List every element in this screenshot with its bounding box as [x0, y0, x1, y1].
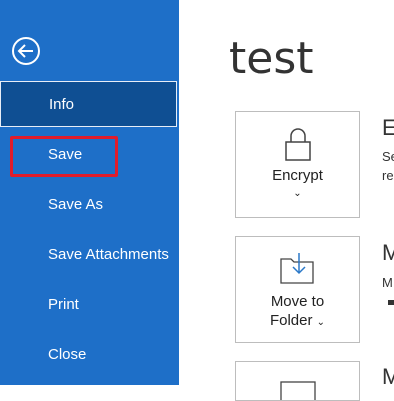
- nav-item-label: Save Attachments: [48, 246, 169, 263]
- envelope-icon: [280, 381, 316, 400]
- nav-item-label: Save: [48, 146, 83, 163]
- page-title: test: [229, 33, 314, 84]
- encrypt-button[interactable]: Encrypt ⌄: [235, 111, 360, 218]
- nav-item-save-attachments[interactable]: Save Attachments: [0, 232, 179, 278]
- move-to-label-line1: Move to: [270, 293, 325, 310]
- backstage-sidebar: Info Save Save As Save Attachments Print…: [0, 0, 179, 385]
- move-to-folder-button[interactable]: Move to Folder ⌄: [235, 236, 360, 343]
- encrypt-heading: E: [382, 115, 394, 140]
- bullet-icon: [388, 300, 394, 305]
- move-to-folder-icon: [280, 253, 314, 284]
- encrypt-label: Encrypt: [272, 167, 323, 184]
- nav-item-save-as[interactable]: Save As: [0, 182, 179, 228]
- nav-item-label: Close: [48, 346, 87, 363]
- lock-icon: [285, 128, 311, 161]
- move-heading: M: [382, 240, 394, 265]
- nav-item-label: Save As: [48, 196, 104, 213]
- folder-label-text: Folder: [269, 312, 313, 329]
- nav-item-save[interactable]: Save: [0, 132, 179, 178]
- encrypt-desc-line1: Se: [382, 149, 394, 164]
- nav-item-print[interactable]: Print: [0, 282, 179, 328]
- nav-item-label: Info: [49, 96, 75, 113]
- third-card-button[interactable]: [235, 361, 360, 401]
- encrypt-desc-line2: re: [382, 168, 394, 183]
- move-to-label-line2: Folder ⌄: [236, 311, 359, 332]
- third-heading: M: [382, 364, 394, 389]
- nav-item-close[interactable]: Close: [0, 332, 179, 378]
- nav-item-label: Print: [48, 296, 79, 313]
- move-desc-line1: M: [382, 275, 393, 290]
- nav-item-info[interactable]: Info: [0, 81, 177, 127]
- chevron-down-icon: ⌄: [293, 188, 302, 199]
- back-arrow-icon[interactable]: [11, 36, 41, 66]
- chevron-down-icon: ⌄: [316, 317, 326, 328]
